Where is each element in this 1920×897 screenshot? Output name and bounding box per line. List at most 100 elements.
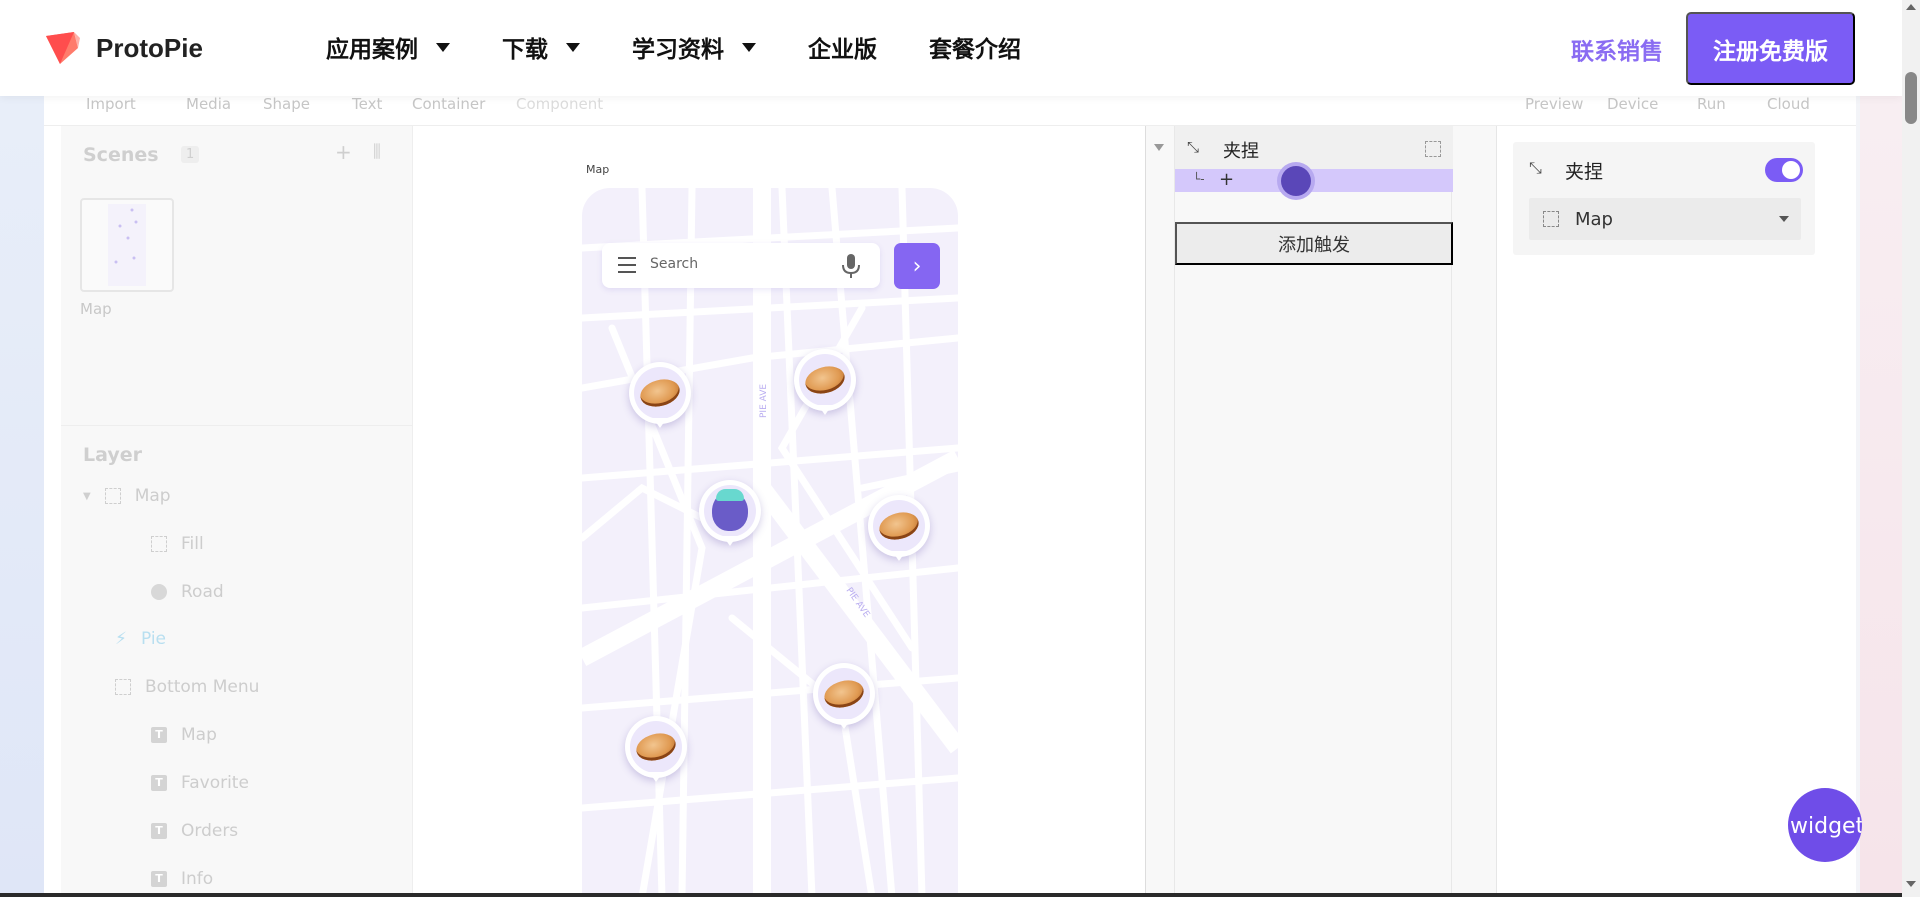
- chat-widget-button[interactable]: widget: [1788, 788, 1862, 862]
- scene-label: Map: [80, 300, 112, 318]
- layer-label: Pie: [140, 629, 166, 649]
- cursor-indicator: [1281, 166, 1311, 196]
- bolt-icon: ⚡: [115, 629, 127, 649]
- layer-item-map[interactable]: ▼ Map: [83, 486, 171, 506]
- trigger-item-pinch[interactable]: ⤡ 夹捏: [1175, 126, 1453, 169]
- nav-item-label: 套餐介绍: [929, 37, 1021, 63]
- layer-item-fill[interactable]: Fill: [151, 534, 204, 554]
- toolbar-preview[interactable]: Preview: [1525, 95, 1583, 113]
- toolbar-container[interactable]: Container: [412, 95, 485, 113]
- user-location-pin[interactable]: [699, 480, 761, 546]
- user-avatar: [712, 489, 748, 531]
- pinch-icon: ⤡: [1187, 138, 1200, 156]
- scroll-down-icon[interactable]: [1906, 881, 1916, 887]
- toolbar-import[interactable]: Import: [86, 95, 136, 113]
- layer-label: Favorite: [181, 773, 249, 793]
- page-scrollbar[interactable]: [1902, 0, 1920, 897]
- trigger-properties-card: ⤡ 夹捏 Map: [1513, 142, 1815, 255]
- text-layer-icon: T: [151, 871, 167, 887]
- response-row[interactable]: └- +: [1175, 166, 1453, 196]
- layer-item-bottom-menu[interactable]: Bottom Menu: [115, 677, 259, 697]
- search-input[interactable]: Search: [650, 256, 698, 272]
- search-bar[interactable]: Search: [602, 243, 880, 288]
- toolbar-run[interactable]: Run: [1697, 95, 1726, 113]
- enable-toggle[interactable]: [1765, 158, 1803, 182]
- scrollbar-thumb[interactable]: [1905, 72, 1917, 124]
- scroll-up-icon[interactable]: [1906, 4, 1916, 10]
- scenes-layers-panel: Scenes 1 + ⫼ Map Layer ▼ Map Fill Road ⚡…: [61, 126, 413, 897]
- nav-item-download[interactable]: 下载: [502, 30, 580, 64]
- layer-label: Fill: [181, 534, 204, 554]
- menu-icon[interactable]: [618, 257, 636, 273]
- layer-heading: Layer: [83, 444, 142, 466]
- layer-label: Bottom Menu: [145, 677, 260, 697]
- scene-thumbnail[interactable]: [80, 198, 174, 292]
- toolbar-shape[interactable]: Shape: [263, 95, 310, 113]
- branch-icon: └-: [1193, 172, 1205, 186]
- top-navigation: ProtoPie 应用案例 下载 学习资料 企业版 套餐介绍 联系销售 注册免费…: [0, 0, 1902, 96]
- layer-label: Road: [181, 582, 224, 602]
- toolbar-text[interactable]: Text: [352, 95, 382, 113]
- sort-scenes-icon[interactable]: ⫼: [373, 142, 381, 162]
- text-layer-icon: T: [151, 823, 167, 839]
- phone-frame[interactable]: PIE AVE PIE AVE Search ›: [582, 188, 958, 897]
- pie-icon: [821, 676, 867, 712]
- add-scene-icon[interactable]: +: [335, 140, 352, 164]
- street-label: PIE AVE: [759, 384, 769, 418]
- microphone-icon[interactable]: [841, 253, 861, 279]
- layer-item-text-map[interactable]: T Map: [151, 725, 217, 745]
- toolbar-device[interactable]: Device: [1607, 95, 1658, 113]
- brand-logo[interactable]: ProtoPie: [44, 30, 203, 66]
- scenes-heading: Scenes: [83, 144, 159, 166]
- go-button[interactable]: ›: [894, 243, 940, 289]
- pie-location-pin[interactable]: [629, 362, 691, 428]
- editor-canvas[interactable]: Map PIE AVE PIE AVE Search ›: [414, 126, 1146, 897]
- pie-location-pin[interactable]: [868, 495, 930, 561]
- dot-icon: [151, 584, 167, 600]
- toolbar-media[interactable]: Media: [186, 95, 231, 113]
- editor-preview: Import Media Shape Text Container Compon…: [44, 86, 1856, 897]
- text-layer-icon: T: [151, 775, 167, 791]
- layer-item-info[interactable]: T Info: [151, 869, 213, 889]
- layer-select[interactable]: Map: [1529, 198, 1801, 240]
- layer-item-orders[interactable]: T Orders: [151, 821, 238, 841]
- pie-location-pin[interactable]: [813, 663, 875, 729]
- layer-label: Map: [181, 725, 217, 745]
- layer-label: Map: [134, 486, 171, 506]
- nav-item-label: 应用案例: [326, 37, 418, 63]
- collapse-arrow-icon[interactable]: ▼: [83, 491, 91, 502]
- toolbar-cloud[interactable]: Cloud: [1767, 95, 1810, 113]
- frame-icon: [1425, 141, 1441, 157]
- add-response-icon[interactable]: +: [1219, 169, 1234, 190]
- layer-select-value: Map: [1575, 209, 1613, 230]
- pinch-icon: ⤡: [1529, 158, 1542, 177]
- chevron-down-icon: [1779, 216, 1789, 222]
- signup-free-button[interactable]: 注册免费版: [1686, 12, 1855, 85]
- add-trigger-button[interactable]: 添加触发: [1175, 222, 1453, 265]
- chevron-right-icon: ›: [912, 253, 922, 279]
- layer-label: Info: [181, 869, 214, 889]
- layer-label: Orders: [181, 821, 239, 841]
- panel-divider: [61, 425, 413, 426]
- nav-item-label: 企业版: [808, 37, 877, 63]
- frame-icon: [104, 488, 121, 504]
- collapse-triangle-icon[interactable]: [1154, 144, 1164, 151]
- layer-item-favorite[interactable]: T Favorite: [151, 773, 249, 793]
- page-background-left: [0, 96, 44, 897]
- caret-down-icon: [436, 42, 450, 52]
- frame-icon: [115, 679, 131, 695]
- nav-item-pricing[interactable]: 套餐介绍: [929, 30, 1021, 64]
- nav-item-learning[interactable]: 学习资料: [632, 30, 756, 64]
- nav-item-cases[interactable]: 应用案例: [326, 30, 450, 64]
- layer-item-pie[interactable]: ⚡ Pie: [115, 629, 166, 649]
- nav-item-label: 学习资料: [632, 37, 724, 63]
- trigger-title: 夹捏: [1223, 141, 1259, 162]
- nav-item-enterprise[interactable]: 企业版: [808, 30, 877, 64]
- pie-location-pin[interactable]: [794, 349, 856, 415]
- pie-location-pin[interactable]: [625, 716, 687, 782]
- contact-sales-link[interactable]: 联系销售: [1571, 32, 1663, 66]
- bottom-edge: [0, 893, 1902, 897]
- toolbar-component[interactable]: Component: [516, 95, 603, 113]
- layer-item-road[interactable]: Road: [151, 582, 224, 602]
- main-nav: 应用案例 下载 学习资料 企业版 套餐介绍: [326, 30, 1073, 64]
